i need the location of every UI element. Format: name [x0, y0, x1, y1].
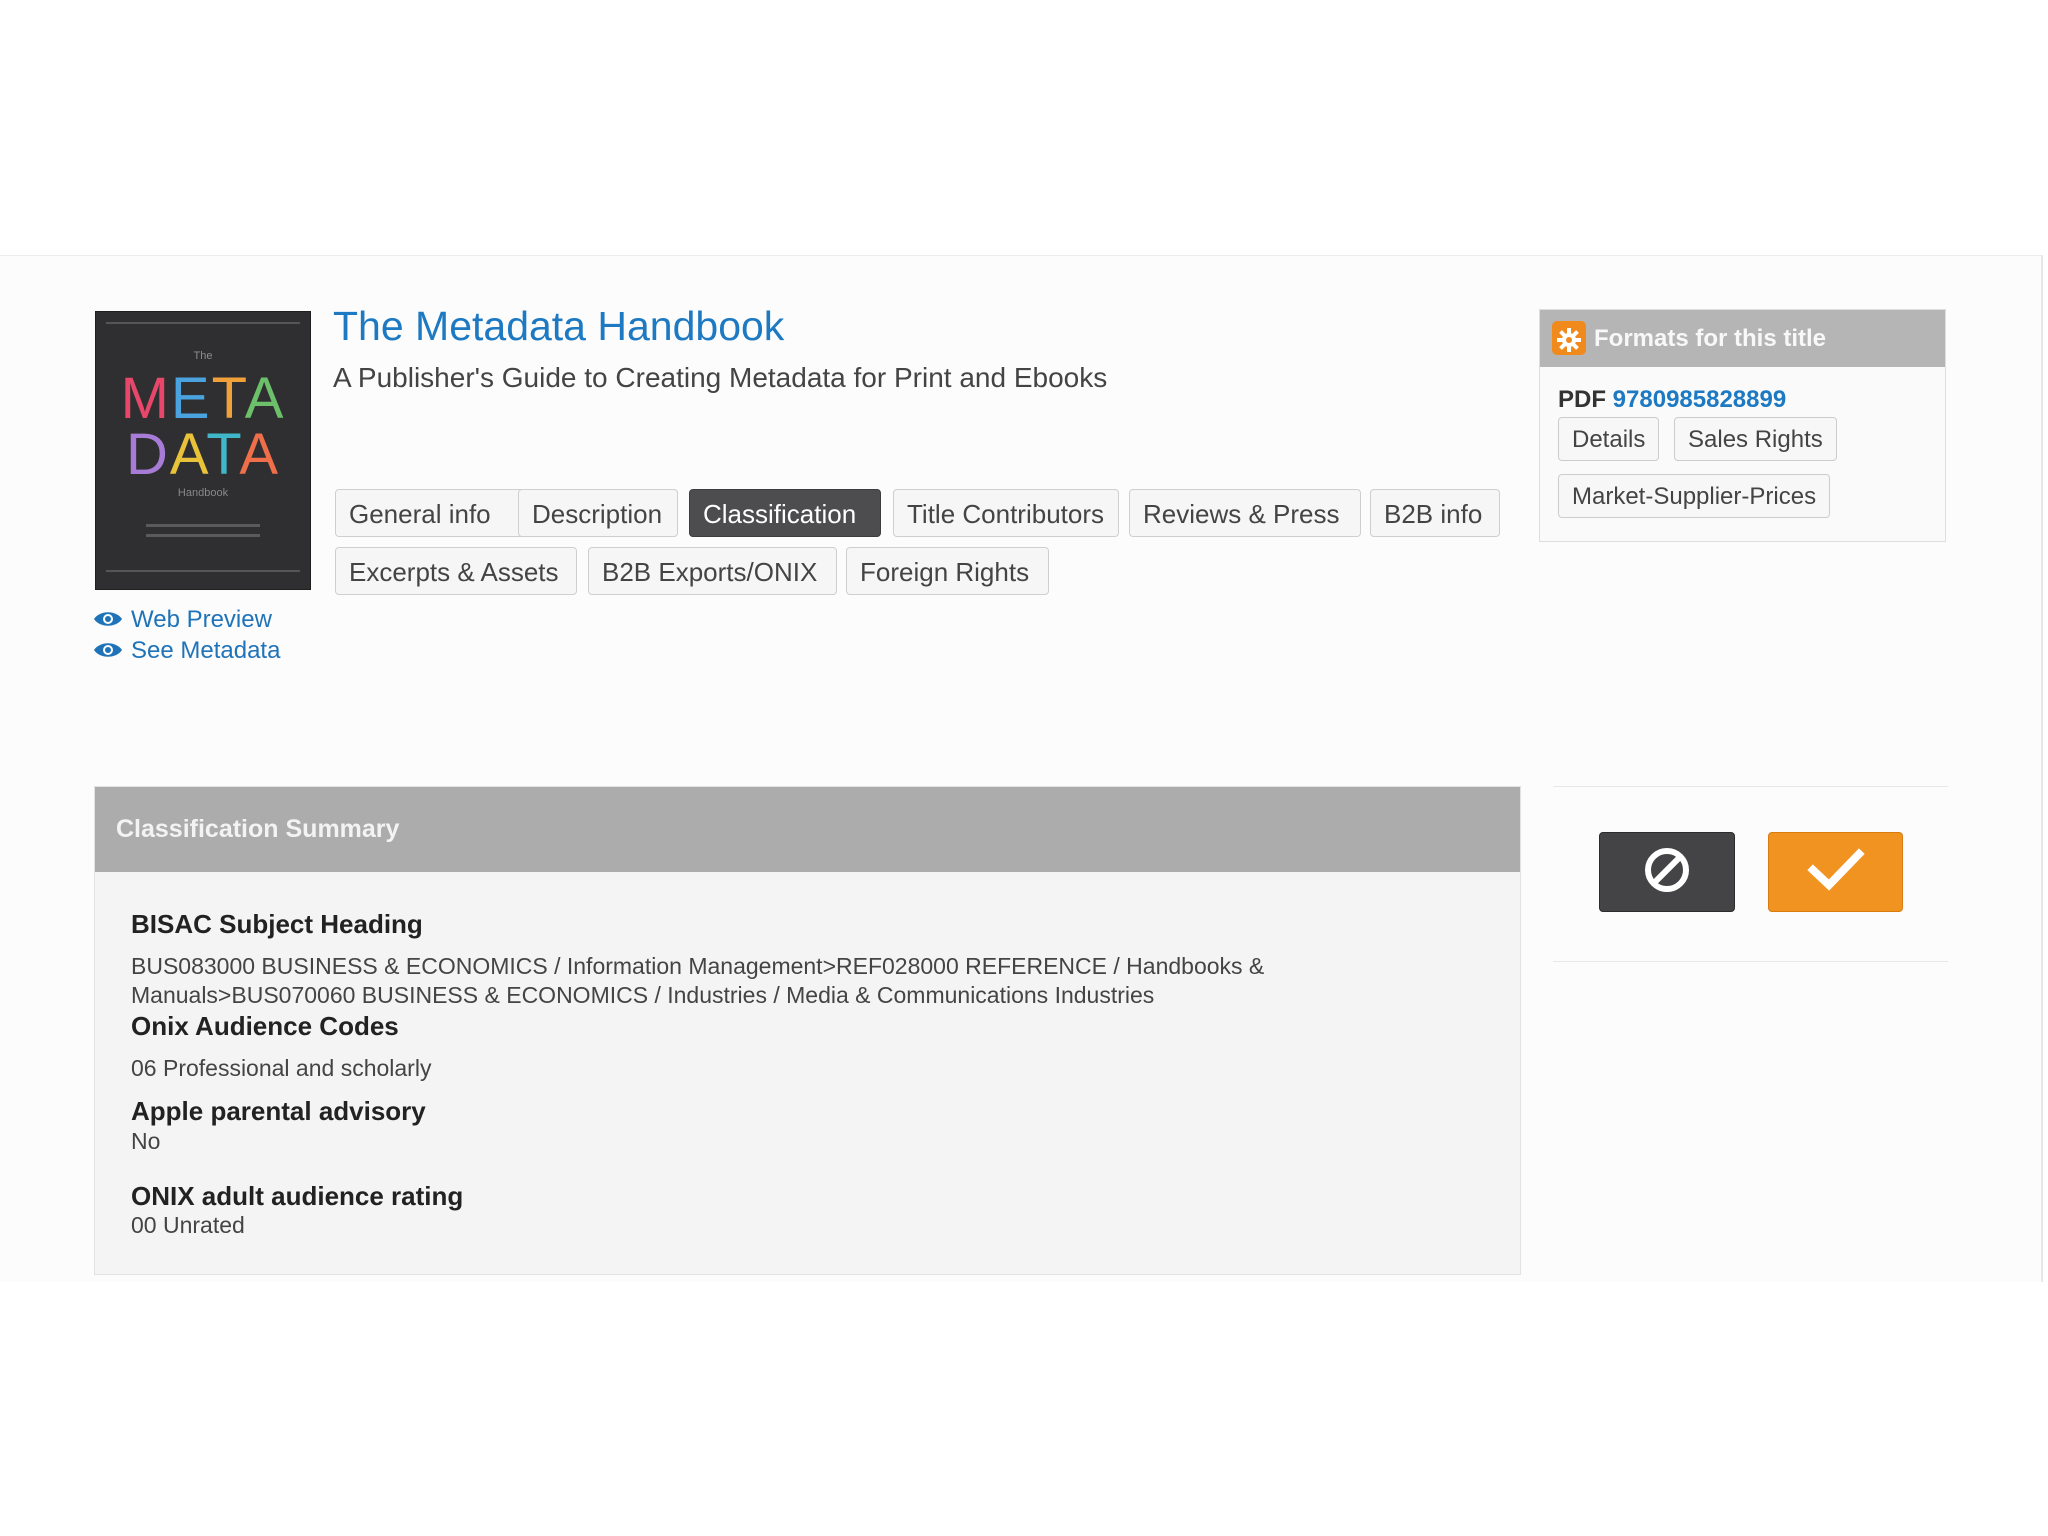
- tab-classification[interactable]: Classification: [689, 489, 881, 537]
- onix-adult-audience-rating-label: ONIX adult audience rating: [131, 1181, 464, 1211]
- format-isbn-link[interactable]: 9780985828899: [1613, 386, 1787, 413]
- onix-audience-codes-label: Onix Audience Codes: [131, 1011, 399, 1041]
- cover-the-text: The: [193, 350, 213, 362]
- onix-adult-audience-rating-value: 00 Unrated: [131, 1212, 245, 1238]
- format-line: PDF 9780985828899: [1558, 386, 1786, 414]
- checkmark-icon: [1806, 847, 1865, 897]
- details-button[interactable]: Details: [1558, 417, 1660, 461]
- tab-general-info[interactable]: General info: [335, 489, 545, 537]
- tab-excerpts-assets[interactable]: Excerpts & Assets: [335, 547, 577, 595]
- market-supplier-prices-button[interactable]: Market-Supplier-Prices: [1558, 474, 1831, 518]
- cover-meta-text: META: [120, 366, 286, 431]
- eye-icon: [93, 607, 123, 635]
- tab-title-contributors[interactable]: Title Contributors: [893, 489, 1119, 537]
- tab-b2b-exports-onix[interactable]: B2B Exports/ONIX: [588, 547, 837, 595]
- classification-summary-header: Classification Summary: [95, 787, 1520, 872]
- gear-icon: [1552, 320, 1586, 355]
- ban-icon: [1643, 846, 1691, 899]
- book-title[interactable]: The Metadata Handbook: [333, 303, 784, 350]
- onix-audience-codes-value: 06 Professional and scholarly: [131, 1055, 432, 1081]
- bisac-subject-heading-value: BUS083000 BUSINESS & ECONOMICS / Informa…: [131, 952, 1391, 1010]
- bisac-value-line-2: Manuals>BUS070060 BUSINESS & ECONOMICS /…: [131, 982, 1155, 1008]
- tab-reviews-press[interactable]: Reviews & Press: [1129, 489, 1361, 537]
- tab-description[interactable]: Description: [518, 489, 678, 537]
- classification-summary-panel: Classification Summary BISAC Subject Hea…: [94, 786, 1521, 1275]
- bisac-subject-heading-label: BISAC Subject Heading: [131, 909, 423, 939]
- formats-header-label: Formats for this title: [1594, 325, 1827, 352]
- web-preview-label: Web Preview: [131, 606, 272, 633]
- web-preview-link[interactable]: Web Preview: [93, 606, 272, 635]
- book-cover-image: The META DATA Handbook: [95, 311, 311, 590]
- formats-header: Formats for this title: [1540, 310, 1945, 367]
- sales-rights-button[interactable]: Sales Rights: [1674, 417, 1837, 461]
- cover-data-text: DATA: [125, 422, 281, 487]
- tab-b2b-info[interactable]: B2B info: [1370, 489, 1500, 537]
- book-subtitle: A Publisher's Guide to Creating Metadata…: [333, 362, 1108, 393]
- see-metadata-label: See Metadata: [131, 637, 281, 664]
- format-type: PDF: [1558, 386, 1606, 413]
- apple-parental-advisory-label: Apple parental advisory: [131, 1096, 426, 1126]
- formats-panel: Formats for this title PDF 9780985828899…: [1539, 309, 1946, 542]
- cancel-button[interactable]: [1599, 832, 1735, 912]
- eye-icon: [93, 638, 123, 666]
- apple-parental-advisory-value: No: [131, 1128, 161, 1154]
- bisac-value-line-1: BUS083000 BUSINESS & ECONOMICS / Informa…: [131, 953, 1265, 979]
- tab-foreign-rights[interactable]: Foreign Rights: [846, 547, 1049, 595]
- confirm-button[interactable]: [1768, 832, 1903, 912]
- cover-handbook-text: Handbook: [177, 487, 229, 499]
- see-metadata-link[interactable]: See Metadata: [93, 637, 280, 666]
